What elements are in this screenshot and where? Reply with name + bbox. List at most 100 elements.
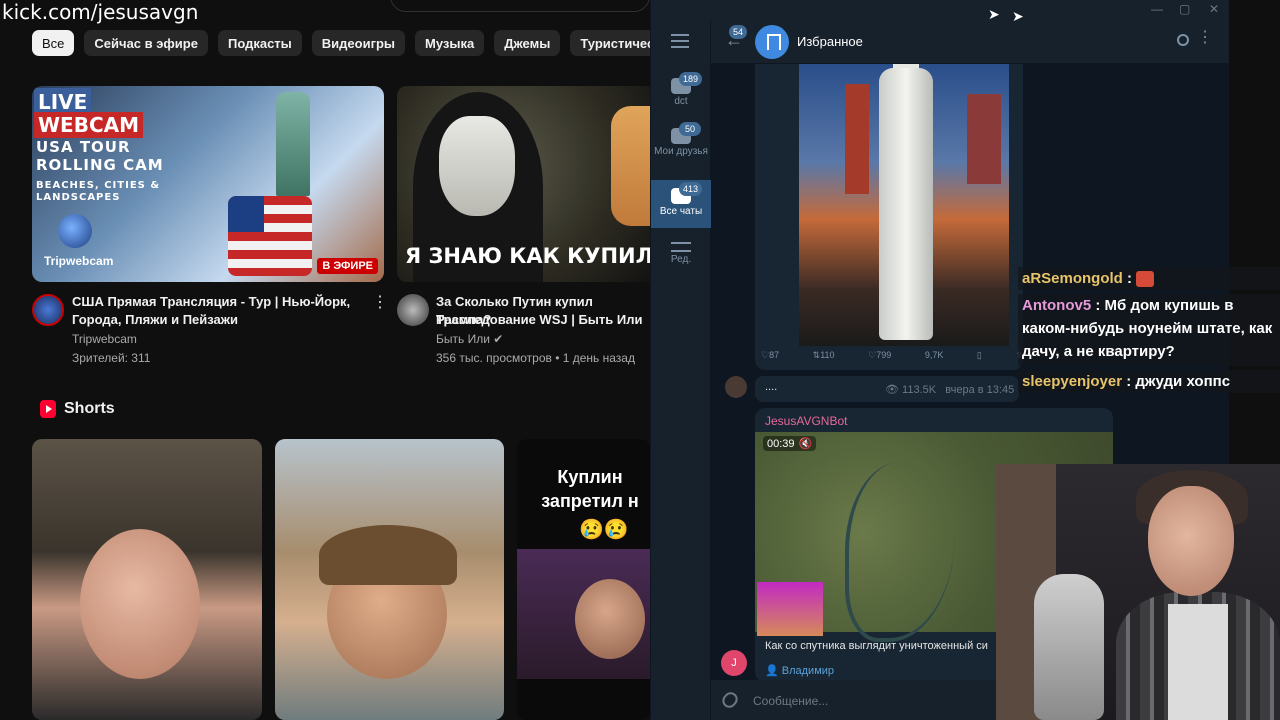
video-thumbnail-usa-tour[interactable]: LIVE WEBCAM USA TOUR ROLLING CAM BEACHES…	[32, 86, 384, 282]
globe-icon	[58, 214, 92, 248]
message-input[interactable]: Сообщение...	[753, 694, 828, 708]
mask-graphic	[439, 116, 515, 216]
shorts-icon	[40, 400, 56, 418]
unread-badge: 54	[729, 25, 748, 39]
thumb-text: USA TOUR	[36, 138, 131, 156]
shorts-header: Shorts	[40, 400, 115, 418]
reaction-stat: 9,7K	[924, 350, 944, 360]
eye-icon: 👁	[885, 384, 899, 396]
live-badge: В ЭФИРЕ	[317, 258, 378, 274]
photo-image	[799, 64, 1009, 346]
message-meta: 👁 113.5K вчера в 13:45	[885, 383, 1014, 396]
video-caption: Как со спутника выглядит уничтоженный си	[765, 640, 988, 652]
more-vert-icon[interactable]: ⋮	[1197, 30, 1213, 46]
reaction-stat[interactable]: ♡87	[761, 350, 779, 361]
video-title-line2[interactable]: Города, Пляжи и Пейзажи	[72, 311, 238, 329]
person-shirt	[1168, 604, 1228, 720]
unread-badge: 189	[679, 72, 703, 86]
hamburger-menu-icon[interactable]	[671, 34, 689, 48]
chip-games[interactable]: Видеоигры	[311, 30, 406, 56]
face-graphic	[575, 579, 645, 659]
bookmark-icon	[755, 25, 789, 59]
folder-label: Ред.	[670, 254, 692, 265]
unread-badge: 50	[679, 122, 701, 136]
thumb-brand: Tripwebcam	[44, 254, 114, 268]
microphone-graphic	[1034, 574, 1104, 720]
person-head	[1148, 486, 1234, 596]
folder-sidebar: 189 dct 50 Мои друзья 413 Все чаты Ред.	[651, 20, 711, 720]
cathedral-graphic	[967, 94, 1001, 184]
text-message[interactable]: .... 👁 113.5K вчера в 13:45	[755, 376, 1019, 402]
video-title[interactable]: США Прямая Трансляция - Тур | Нью-Йорк,	[72, 293, 350, 311]
video-title-line2[interactable]: Расследование WSJ | Быть Или	[436, 311, 642, 329]
close-icon[interactable]: ✕	[1209, 2, 1219, 16]
reaction-stat[interactable]: ♡799	[868, 350, 891, 361]
chat-message: sleepyenjoyer : джуди хоппс	[1018, 370, 1280, 393]
statue-graphic	[276, 92, 310, 196]
folder-edit[interactable]: Ред.	[651, 234, 711, 278]
chat-sep: :	[1122, 373, 1136, 390]
unread-badge: 413	[679, 182, 703, 196]
minimize-icon[interactable]: —	[1151, 2, 1163, 16]
sender-name[interactable]: 👤 Владимир	[765, 664, 834, 677]
chip-live[interactable]: Сейчас в эфире	[84, 30, 208, 56]
more-vert-icon[interactable]: ⋮	[372, 292, 388, 312]
video-stats: Зрителей: 311	[72, 351, 151, 365]
filter-chips: Все Сейчас в эфире Подкасты Видеоигры Му…	[32, 30, 728, 56]
channel-avatar[interactable]	[397, 294, 429, 326]
channel-name[interactable]: Быть Или ✔	[436, 332, 503, 346]
suitcase-graphic	[228, 196, 312, 276]
short-item[interactable]	[32, 439, 262, 720]
duration-text: 00:39	[767, 438, 795, 450]
tower-graphic	[845, 84, 869, 194]
photo-message[interactable]: ♡87 ⇅110 ♡799 9,7K ▯ ⇪	[755, 64, 1023, 370]
bottle-graphic	[879, 68, 933, 340]
thumb-text: LANDSCAPES	[36, 192, 121, 203]
chat-nick: aRSemongold	[1022, 270, 1123, 287]
folder-all-chats[interactable]: 413 Все чаты	[651, 180, 711, 228]
short-item[interactable]: Куплин запретил н 😢😢	[517, 439, 650, 720]
chat-message: aRSemongold :	[1018, 267, 1280, 290]
folder-label: Все чаты	[659, 206, 703, 217]
chip-music[interactable]: Музыка	[415, 30, 485, 56]
folder-label: Мои друзья	[654, 146, 708, 157]
title-bar: — ▢ ✕	[651, 0, 1229, 20]
short-text: Куплин	[557, 467, 623, 487]
bot-name[interactable]: JesusAVGNBot	[765, 414, 847, 428]
user-avatar[interactable]: J	[721, 650, 747, 676]
cursor-icon: ➤	[988, 6, 1000, 22]
mute-icon[interactable]: 🔇	[799, 438, 813, 450]
chat-title[interactable]: Избранное	[797, 34, 863, 49]
attach-icon[interactable]	[719, 689, 741, 711]
chip-all[interactable]: Все	[32, 30, 75, 56]
author-avatar[interactable]	[725, 376, 747, 398]
search-box[interactable]	[390, 0, 650, 12]
folder-label: dct	[674, 96, 688, 107]
shorts-title: Shorts	[64, 400, 115, 417]
video-inset	[757, 582, 823, 636]
hair-graphic	[319, 525, 457, 585]
channel-name[interactable]: Tripwebcam	[72, 332, 137, 346]
bookmark-icon[interactable]: ▯	[977, 350, 982, 361]
folder-dct[interactable]: 189 dct	[651, 70, 711, 116]
video-stats: 356 тыс. просмотров • 1 день назад	[436, 351, 635, 365]
channel-avatar[interactable]	[32, 294, 64, 326]
chat-sep: :	[1091, 297, 1105, 314]
video-thumbnail-putin-trump[interactable]: Я ЗНАЮ КАК КУПИЛИ	[397, 86, 657, 282]
short-item[interactable]	[275, 439, 504, 720]
streamer-webcam	[996, 464, 1280, 720]
river-graphic	[845, 462, 955, 642]
chip-podcasts[interactable]: Подкасты	[217, 30, 302, 56]
chat-message: Antonov5 : Мб дом купишь в каком-нибудь …	[1018, 294, 1280, 366]
thumb-text: BEACHES, CITIES &	[36, 180, 161, 191]
chat-nick: sleepyenjoyer	[1022, 373, 1123, 390]
maximize-icon[interactable]: ▢	[1179, 2, 1190, 16]
screen: Все Сейчас в эфире Подкасты Видеоигры Му…	[0, 0, 1280, 720]
search-icon[interactable]	[1177, 34, 1189, 46]
reaction-stat[interactable]: ⇅110	[813, 350, 835, 361]
chat-sep: :	[1122, 270, 1137, 287]
chip-jams[interactable]: Джемы	[494, 30, 561, 56]
stream-url-overlay: kick.com/jesusavgn	[2, 0, 199, 24]
folder-friends[interactable]: 50 Мои друзья	[651, 120, 711, 176]
video-duration: 00:39 🔇	[763, 436, 817, 451]
